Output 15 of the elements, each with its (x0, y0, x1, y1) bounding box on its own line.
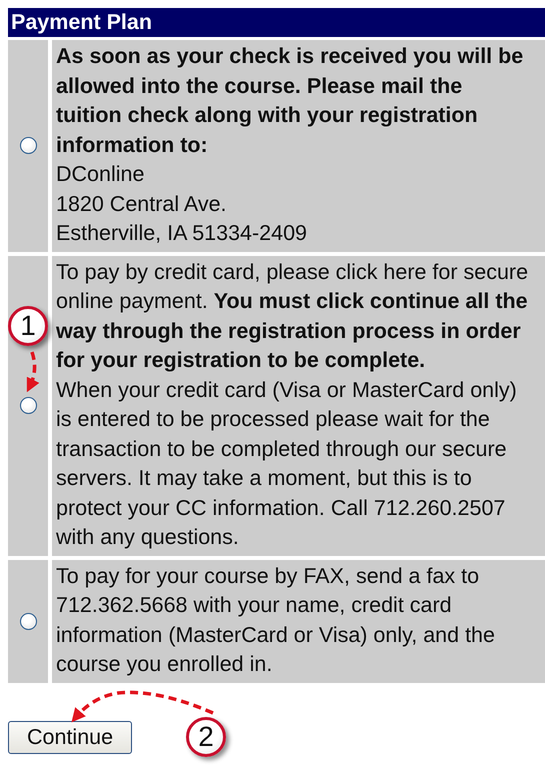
callout-number: 2 (186, 716, 226, 756)
callout-number: 1 (8, 306, 48, 346)
option-text: As soon as your check is received you will be allowed into the course. Please mail the tuition check along with your registration information to: (56, 43, 524, 158)
address-line: Estherville, IA 51334-2409 (56, 220, 308, 247)
radio-button[interactable] (20, 137, 36, 154)
address-line: DConline (56, 161, 146, 188)
continue-button[interactable]: Continue (8, 720, 132, 754)
address-line: 1820 Central Ave. (56, 190, 228, 218)
table-header: Payment Plan (8, 8, 545, 37)
dashed-arrow (26, 351, 40, 392)
option-text: To pay for your course by FAX, send a fax to 712.362.5668 with your name, credit card information (MasterCard or Visa) only, and the course you enrolled in. (56, 562, 496, 678)
radio-button[interactable] (20, 612, 36, 630)
option-text: To pay by credit card, please click here for secure online payment. You must click continue all the way through the registration process in order for your registration to be complete. (56, 258, 530, 374)
option-text: When your credit card (Visa or MasterCard only) is entered to be processed please wait for the transaction to be completed through our secure servers. It may take a moment, but this is to protect your CC information. Call 712.260.2507 with any questions. (56, 376, 518, 551)
radio-button[interactable] (20, 397, 36, 414)
